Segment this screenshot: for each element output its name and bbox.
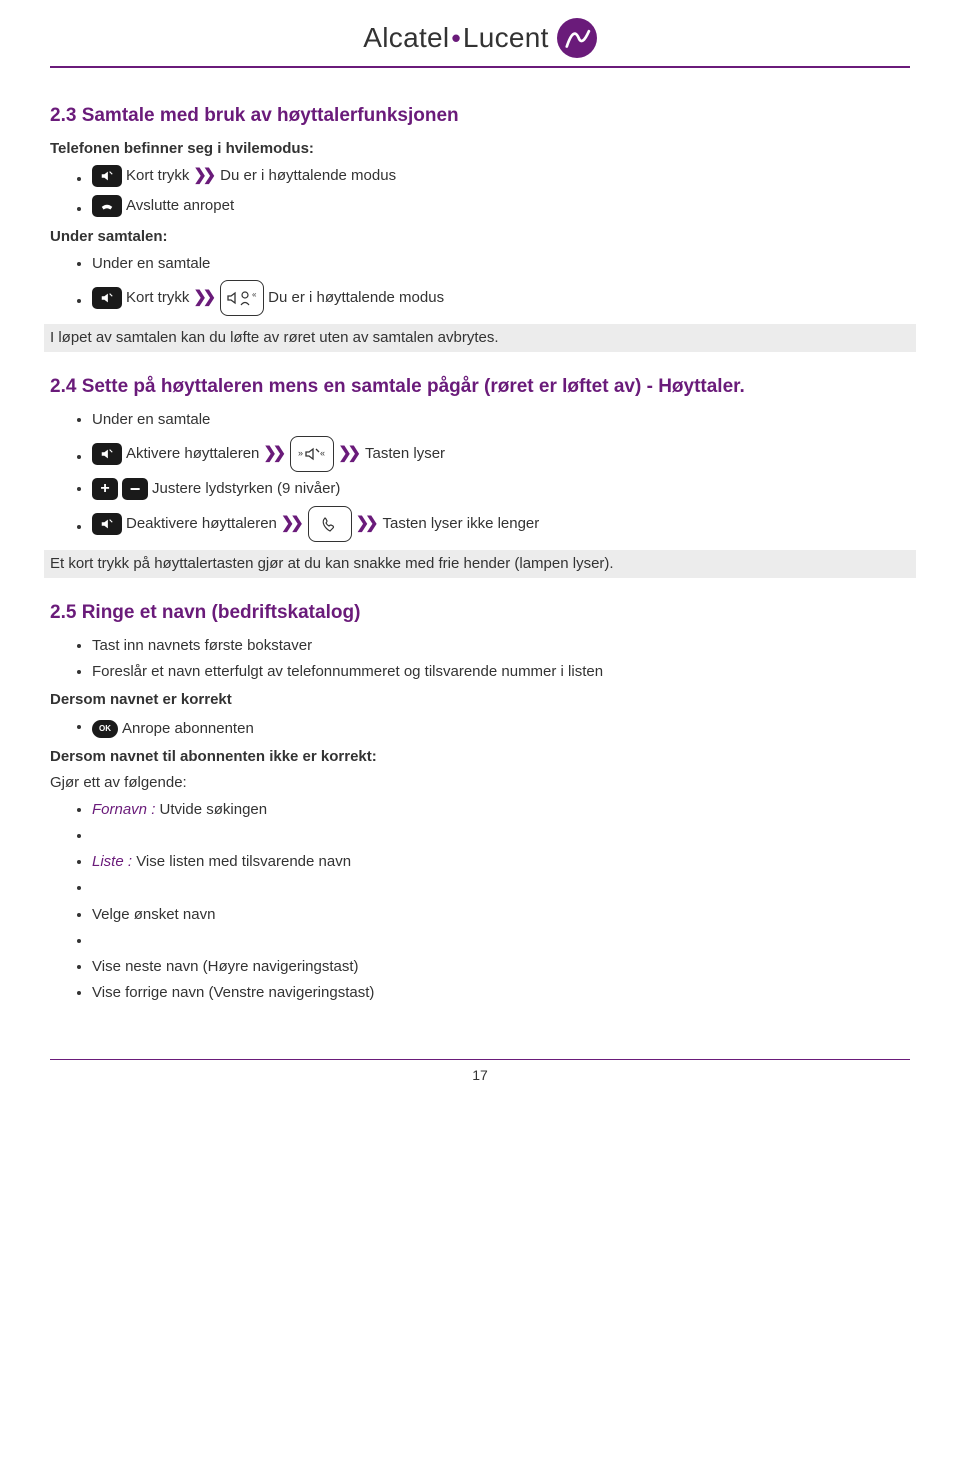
hangup-key-icon: [92, 195, 122, 217]
chevron-icon: ❯❯: [193, 287, 216, 309]
list-item-empty: [92, 931, 910, 951]
list-item-empty: [92, 878, 910, 898]
chevron-icon: ❯❯: [338, 443, 361, 465]
display-handset-icon: [308, 506, 352, 542]
chevron-icon: ❯❯: [281, 513, 304, 535]
list-item: OK Anrope abonnenten: [92, 717, 910, 740]
key-off-label: Tasten lyser ikke lenger: [383, 514, 540, 534]
section-2-4-note: Et kort trykk på høyttalertasten gjør at…: [44, 550, 916, 578]
display-speaker-person-icon: «: [220, 280, 264, 316]
section-2-5-title: 2.5 Ringe et navn (bedriftskatalog): [50, 600, 910, 626]
minus-key-icon: −: [122, 478, 148, 500]
list-item: Foreslår et navn etterfulgt av telefonnu…: [92, 662, 910, 682]
if-correct-heading: Dersom navnet er korrekt: [50, 690, 910, 710]
list-item: Aktivere høyttaleren ❯❯ » « ❯❯ Tasten ly…: [92, 436, 910, 472]
list-item: Kort trykk ❯❯ « Du er i høyttalende modu…: [92, 280, 910, 316]
speaker-key-icon: [92, 443, 122, 465]
section-2-3-note: I løpet av samtalen kan du løfte av røre…: [44, 324, 916, 352]
if-correct-list: OK Anrope abonnenten: [92, 717, 910, 740]
speaker-key-icon: [92, 513, 122, 535]
list-item: Vise forrige navn (Venstre navigeringsta…: [92, 983, 910, 1003]
list-item: Tast inn navnets første bokstaver: [92, 636, 910, 656]
deactivate-label: Deaktivere høyttaleren: [126, 514, 277, 534]
list-item: Deaktivere høyttaleren ❯❯ ❯❯ Tasten lyse…: [92, 506, 910, 542]
activate-label: Aktivere høyttaleren: [126, 444, 259, 464]
list-item: Velge ønsket navn: [92, 905, 910, 925]
list-item: + − Justere lydstyrken (9 nivåer): [92, 478, 910, 500]
list-item-empty: [92, 826, 910, 846]
chevron-icon: ❯❯: [356, 513, 379, 535]
section-2-5-list: Tast inn navnets første bokstaver Foresl…: [92, 636, 910, 683]
list-item: Liste : Vise listen med tilsvarende navn: [92, 852, 910, 872]
during-call-heading: Under samtalen:: [50, 227, 910, 247]
svg-text:«: «: [320, 448, 325, 458]
brand-dot-icon: •: [451, 23, 460, 53]
brand-part2: Lucent: [463, 22, 549, 53]
ok-key-icon: OK: [92, 720, 118, 738]
volume-label: Justere lydstyrken (9 nivåer): [152, 479, 340, 499]
plus-key-icon: +: [92, 478, 118, 500]
menu-fornavn-desc: Utvide søkingen: [160, 801, 268, 818]
page-number: 17: [472, 1067, 488, 1083]
brand-logo-icon: [557, 18, 597, 58]
menu-liste-desc: Vise listen med tilsvarende navn: [136, 853, 351, 870]
chevron-icon: ❯❯: [193, 165, 216, 187]
chevron-icon: ❯❯: [263, 443, 286, 465]
speaker-key-icon: [92, 287, 122, 309]
idle-mode-list: Kort trykk ❯❯Du er i høyttalende modus A…: [92, 165, 910, 220]
section-2-4-title: 2.4 Sette på høyttaleren mens en samtale…: [50, 374, 910, 400]
list-item: Under en samtale: [92, 410, 910, 430]
page-footer: 17: [50, 1059, 910, 1085]
short-press-label: Kort trykk: [126, 166, 189, 186]
list-item: Vise neste navn (Høyre navigeringstast): [92, 957, 910, 977]
result-label: Du er i høyttalende modus: [268, 288, 444, 308]
speaker-key-icon: [92, 165, 122, 187]
idle-mode-heading: Telefonen befinner seg i hvilemodus:: [50, 139, 910, 159]
list-item: Kort trykk ❯❯Du er i høyttalende modus: [92, 165, 910, 189]
page-header: Alcatel•Lucent: [50, 0, 910, 68]
svg-text:«: «: [252, 290, 257, 299]
key-lit-label: Tasten lyser: [365, 444, 445, 464]
section-2-4-list: Under en samtale Aktivere høyttaleren ❯❯…: [92, 410, 910, 542]
brand-part1: Alcatel: [363, 22, 449, 53]
if-incorrect-list: Fornavn : Utvide søkingen Liste : Vise l…: [92, 800, 910, 1004]
brand-name: Alcatel•Lucent: [363, 19, 548, 57]
svg-text:»: »: [298, 448, 303, 458]
do-one-of: Gjør ett av følgende:: [50, 773, 910, 793]
menu-liste: Liste :: [92, 853, 132, 870]
call-subscriber-label: Anrope abonnenten: [122, 719, 254, 739]
short-press-result: Du er i høyttalende modus: [220, 166, 396, 186]
list-item: Fornavn : Utvide søkingen: [92, 800, 910, 820]
hangup-label: Avslutte anropet: [126, 196, 234, 216]
list-item: Avslutte anropet: [92, 195, 910, 219]
during-call-list: Under en samtale Kort trykk ❯❯ « Du er i…: [92, 254, 910, 316]
short-press-label: Kort trykk: [126, 288, 189, 308]
display-speaker-active-icon: » «: [290, 436, 334, 472]
menu-fornavn: Fornavn :: [92, 801, 155, 818]
section-2-3-title: 2.3 Samtale med bruk av høyttalerfunksjo…: [50, 103, 910, 129]
if-incorrect-heading: Dersom navnet til abonnenten ikke er kor…: [50, 747, 910, 767]
list-item: Under en samtale: [92, 254, 910, 274]
